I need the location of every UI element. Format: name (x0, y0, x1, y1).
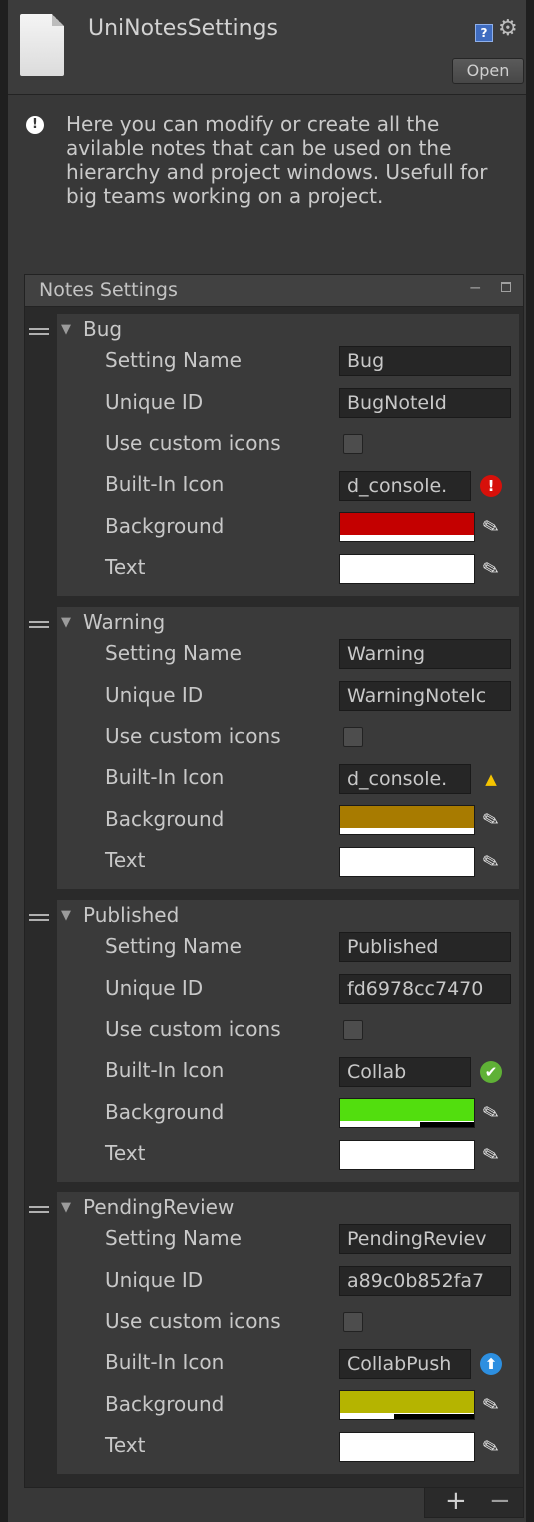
text-color-field[interactable] (339, 554, 475, 584)
unique-id-field[interactable]: a89c0b852fa7⁣ (339, 1266, 511, 1296)
eyedropper-icon[interactable]: ✎ (480, 1390, 507, 1419)
note-title[interactable]: Warning (83, 610, 165, 634)
note-title[interactable]: PendingReview (83, 1195, 234, 1219)
built-in-icon-field[interactable]: d_console. (339, 471, 471, 501)
drag-handle-icon[interactable] (29, 328, 49, 335)
unique-id-field[interactable]: fd6978cc7470⁣ (339, 974, 511, 1004)
background-label: Background (105, 514, 225, 538)
drag-handle-icon[interactable] (29, 914, 49, 921)
text-label: Text (105, 848, 146, 872)
built-in-icon-label: Built-In Icon (105, 765, 225, 789)
note-item-published: ▼ Published Setting Name Published Uniqu… (25, 898, 523, 1188)
eyedropper-icon[interactable]: ✎ (480, 1098, 507, 1127)
text-color-field[interactable] (339, 1140, 475, 1170)
use-custom-icons-label: Use custom icons (105, 431, 281, 455)
background-label: Background (105, 1100, 225, 1124)
remove-note-button[interactable]: − (489, 1486, 511, 1516)
minimize-icon[interactable]: ‒ (470, 277, 481, 298)
background-label: Background (105, 1392, 225, 1416)
use-custom-icons-checkbox[interactable] (343, 1312, 363, 1332)
unique-id-label: Unique ID (105, 390, 204, 414)
use-custom-icons-label: Use custom icons (105, 1309, 281, 1333)
eyedropper-icon[interactable]: ✎ (480, 512, 507, 541)
setting-name-label: Setting Name (105, 348, 242, 372)
unique-id-label: Unique ID (105, 1268, 204, 1292)
check-icon: ✔ (480, 1061, 502, 1083)
eyedropper-icon[interactable]: ✎ (480, 554, 507, 583)
built-in-icon-label: Built-In Icon (105, 1350, 225, 1374)
foldout-arrow-icon[interactable]: ▼ (61, 615, 71, 630)
built-in-icon-label: Built-In Icon (105, 472, 225, 496)
note-body: ▼ Published Setting Name Published Uniqu… (57, 900, 519, 1182)
list-footer: + − (424, 1486, 524, 1518)
drag-handle-icon[interactable] (29, 1206, 49, 1213)
note-item-pendingreview: ▼ PendingReview Setting Name PendingRevi… (25, 1190, 523, 1480)
setting-name-field[interactable]: PendingReviev (339, 1224, 511, 1254)
note-body: ▼ Warning Setting Name Warning Unique ID… (57, 607, 519, 889)
info-icon: ! (26, 116, 44, 134)
use-custom-icons-checkbox[interactable] (343, 727, 363, 747)
built-in-icon-field[interactable]: d_console. (339, 764, 471, 794)
eyedropper-icon[interactable]: ✎ (480, 1432, 507, 1461)
foldout-arrow-icon[interactable]: ▼ (61, 1200, 71, 1215)
built-in-icon-field[interactable]: Collab (339, 1057, 471, 1087)
setting-name-label: Setting Name (105, 641, 242, 665)
drag-handle-icon[interactable] (29, 621, 49, 628)
inspector-header: UniNotesSettings ? ⚙ Open (8, 0, 526, 95)
notes-settings-panel: Notes Settings ‒ ▼ Bug Setting Name Bug … (24, 274, 524, 1488)
eyedropper-icon[interactable]: ✎ (480, 847, 507, 876)
panel-header: Notes Settings ‒ (25, 275, 523, 307)
asset-title: UniNotesSettings (88, 16, 278, 41)
maximize-icon[interactable] (501, 282, 511, 292)
eyedropper-icon[interactable]: ✎ (480, 1140, 507, 1169)
foldout-arrow-icon[interactable]: ▼ (61, 322, 71, 337)
unique-id-field[interactable]: WarningNoteIc (339, 681, 511, 711)
unique-id-label: Unique ID (105, 683, 204, 707)
note-title[interactable]: Bug (83, 317, 122, 341)
setting-name-field[interactable]: Warning (339, 639, 511, 669)
background-color-field[interactable] (339, 1098, 475, 1128)
arrow-up-icon: ⬆ (480, 1353, 502, 1375)
background-color-field[interactable] (339, 805, 475, 835)
text-color-field[interactable] (339, 847, 475, 877)
info-message: ! Here you can modify or create all the … (26, 112, 516, 208)
warning-icon: ▲ (485, 770, 497, 788)
setting-name-label: Setting Name (105, 934, 242, 958)
note-title[interactable]: Published (83, 903, 179, 927)
open-button[interactable]: Open (452, 58, 524, 84)
help-icon[interactable]: ? (475, 24, 493, 42)
use-custom-icons-label: Use custom icons (105, 724, 281, 748)
info-text: Here you can modify or create all the av… (66, 112, 488, 208)
add-note-button[interactable]: + (445, 1486, 467, 1516)
use-custom-icons-label: Use custom icons (105, 1017, 281, 1041)
text-label: Text (105, 1141, 146, 1165)
note-body: ▼ Bug Setting Name Bug Unique ID BugNote… (57, 314, 519, 596)
text-label: Text (105, 1433, 146, 1457)
error-icon: ! (480, 475, 502, 497)
note-body: ▼ PendingReview Setting Name PendingRevi… (57, 1192, 519, 1474)
gear-icon[interactable]: ⚙ (498, 16, 518, 41)
text-color-field[interactable] (339, 1432, 475, 1462)
background-label: Background (105, 807, 225, 831)
panel-title: Notes Settings (39, 279, 178, 301)
built-in-icon-label: Built-In Icon (105, 1058, 225, 1082)
unique-id-label: Unique ID (105, 976, 204, 1000)
background-color-field[interactable] (339, 512, 475, 542)
text-label: Text (105, 555, 146, 579)
inspector-window: UniNotesSettings ? ⚙ Open ! Here you can… (8, 0, 526, 1522)
use-custom-icons-checkbox[interactable] (343, 434, 363, 454)
note-item-bug: ▼ Bug Setting Name Bug Unique ID BugNote… (25, 312, 523, 602)
eyedropper-icon[interactable]: ✎ (480, 805, 507, 834)
setting-name-label: Setting Name (105, 1226, 242, 1250)
built-in-icon-field[interactable]: CollabPush (339, 1349, 471, 1379)
unique-id-field[interactable]: BugNoteId (339, 388, 511, 418)
asset-file-icon (20, 14, 64, 76)
setting-name-field[interactable]: Published (339, 932, 511, 962)
background-color-field[interactable] (339, 1390, 475, 1420)
note-item-warning: ▼ Warning Setting Name Warning Unique ID… (25, 605, 523, 895)
use-custom-icons-checkbox[interactable] (343, 1020, 363, 1040)
foldout-arrow-icon[interactable]: ▼ (61, 908, 71, 923)
setting-name-field[interactable]: Bug (339, 346, 511, 376)
